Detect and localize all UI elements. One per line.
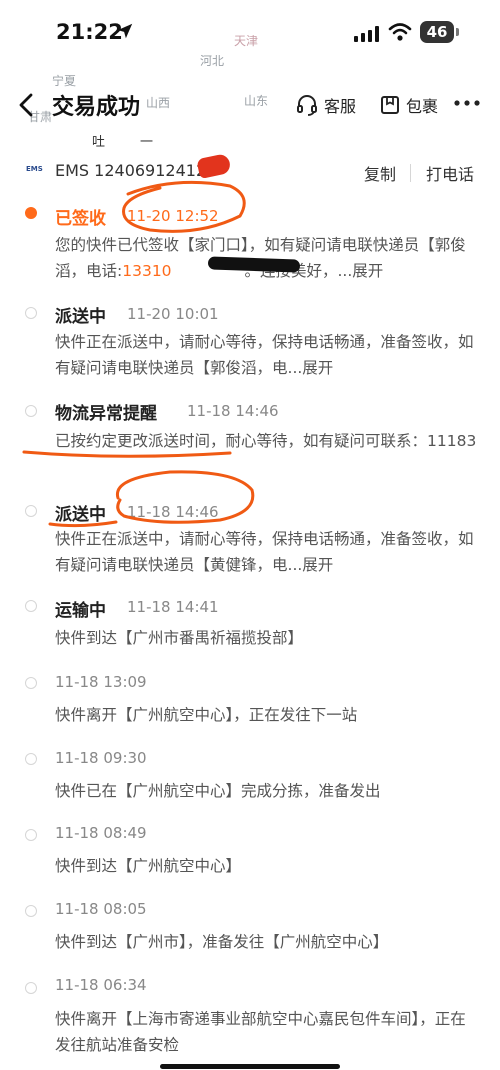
event-title: 运输中 (55, 601, 106, 621)
timeline-dot (25, 829, 37, 841)
event-description: 快件正在派送中，请耐心等待，保持电话畅通，准备签收，如有疑问请电联快递员【黄健锋… (55, 530, 474, 574)
waybill-number: EMS 12406912412 (55, 161, 207, 180)
event-description: 已按约定更改派送时间，耐心等待，如有疑问可联系：11183 (55, 432, 477, 450)
wifi-icon (388, 23, 412, 41)
waybill-row: EMS EMS 12406912412 复制 打电话 (0, 160, 500, 186)
timeline-dot (25, 905, 37, 917)
package-icon (381, 96, 399, 114)
battery-icon: 46 (420, 21, 460, 43)
event-time: 11-18 14:46 (187, 402, 279, 420)
timeline-dot (25, 982, 37, 994)
event-description: 快件离开【广州航空中心】，正在发往下一站 (55, 706, 358, 724)
event-description: 快件到达【广州航空中心】 (55, 857, 242, 875)
action-divider (410, 164, 411, 182)
expand-link[interactable]: ...展开 (288, 359, 334, 377)
ems-logo: EMS (26, 165, 43, 173)
timeline-dot-active (25, 207, 37, 219)
page-title: 交易成功 (52, 95, 141, 120)
event-time: 11-18 14:46 (127, 503, 219, 521)
event-time: 11-18 09:30 (55, 749, 147, 767)
event-time: 11-18 08:49 (55, 824, 147, 842)
status-bar: 21:22 46 (0, 0, 500, 70)
event-description: 快件已在【广州航空中心】完成分拣，准备发出 (55, 782, 381, 800)
status-time: 21:22 (56, 20, 123, 44)
headset-icon (297, 95, 317, 116)
event-time: 11-20 10:01 (127, 305, 219, 323)
event-time: 11-20 12:52 (127, 207, 219, 225)
package-button[interactable]: 包裹 (380, 93, 438, 117)
battery-tip (456, 28, 459, 36)
obscured-text: 吐 一 (92, 135, 157, 150)
package-label: 包裹 (406, 97, 439, 116)
event-time: 11-18 08:05 (55, 900, 147, 918)
event-time: 11-18 06:34 (55, 976, 147, 994)
battery-level: 46 (420, 21, 454, 43)
event-title: 派送中 (55, 307, 106, 327)
call-button[interactable]: 打电话 (426, 161, 474, 185)
nav-bar: 交易成功 客服 包裹 (0, 85, 500, 125)
event-title: 物流异常提醒 (55, 404, 157, 424)
expand-link[interactable]: ...展开 (337, 262, 383, 280)
logistics-detail-page: 天津 河北 宁夏 甘肃 山西 山东 21:22 46 交易成功 客服 包裹 吐 … (0, 0, 500, 1070)
cellular-signal-icon (354, 26, 379, 42)
timeline-dot (25, 753, 37, 765)
expand-link[interactable]: ...展开 (288, 556, 334, 574)
event-description: 快件到达【广州市番禺祈福揽投部】 (55, 629, 304, 647)
timeline-dot (25, 405, 37, 417)
event-description: 快件到达【广州市】，准备发往【广州航空中心】 (55, 933, 389, 951)
location-arrow-icon (117, 23, 133, 39)
copy-button[interactable]: 复制 (364, 161, 396, 185)
timeline-dot (25, 307, 37, 319)
event-title: 已签收 (55, 209, 106, 229)
back-arrow-icon[interactable] (16, 93, 36, 117)
event-description: 快件离开【上海市寄递事业部航空中心嘉民包件车间】，正在发往航站准备安检 (55, 1010, 466, 1054)
more-options-icon[interactable] (454, 99, 480, 107)
timeline-dot (25, 505, 37, 517)
event-time: 11-18 13:09 (55, 673, 147, 691)
event-title: 派送中 (55, 505, 106, 525)
timeline-dot (25, 677, 37, 689)
event-description: 快件正在派送中，请耐心等待，保持电话畅通，准备签收，如有疑问请电联快递员【郭俊滔… (55, 333, 474, 377)
customer-service-label: 客服 (324, 97, 357, 116)
customer-service-button[interactable]: 客服 (296, 93, 356, 117)
event-time: 11-18 14:41 (127, 598, 219, 616)
home-indicator[interactable] (160, 1064, 340, 1069)
courier-phone[interactable]: 13310 (122, 262, 171, 280)
timeline-dot (25, 600, 37, 612)
